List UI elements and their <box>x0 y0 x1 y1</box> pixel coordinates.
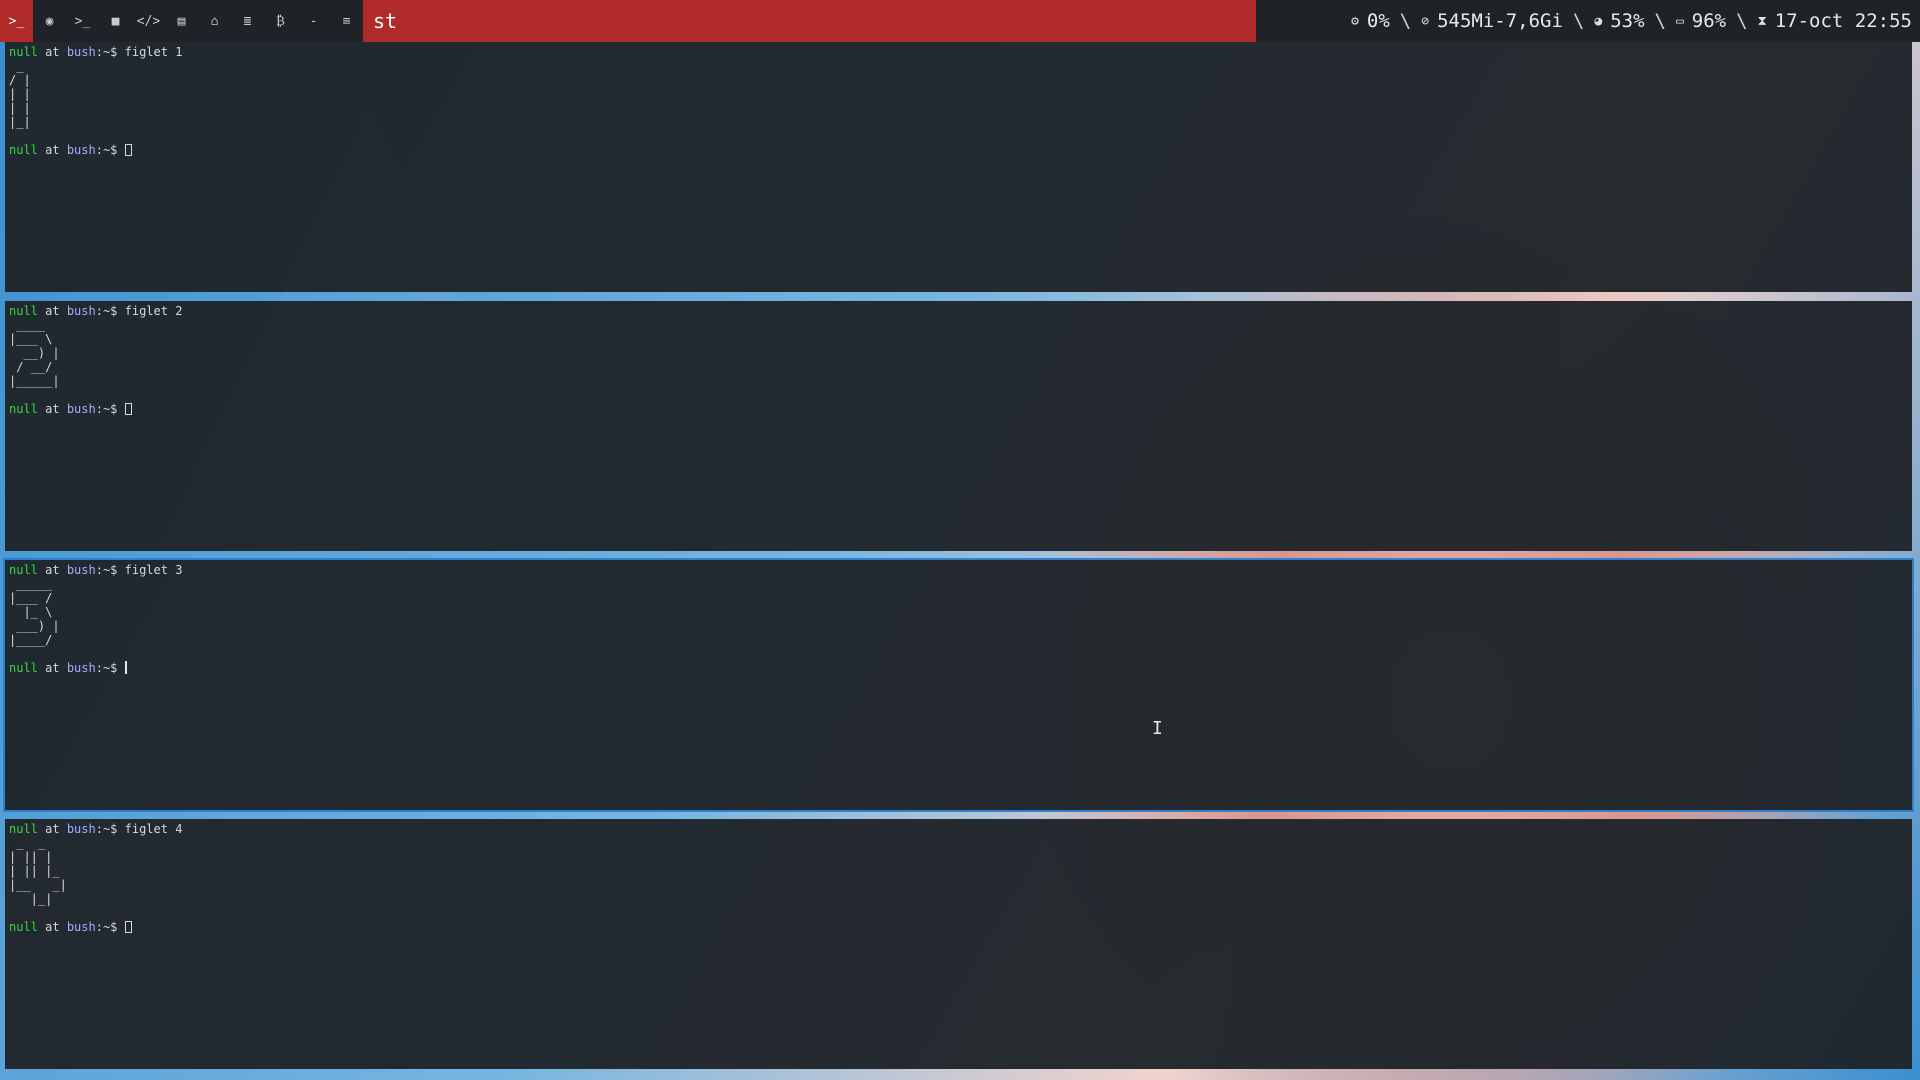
prompt-host: bush <box>66 143 96 157</box>
separator: \ <box>1654 10 1666 32</box>
prompt-line: null at bush:~$ <box>9 920 1912 934</box>
terminal-cursor <box>124 144 132 156</box>
prompt-host: bush <box>66 661 96 675</box>
text-cursor-icon: I <box>1152 718 1163 739</box>
prompt-at: at <box>37 402 67 416</box>
browser-tag[interactable]: ◉ <box>33 0 66 42</box>
prompt-path: :~$ <box>95 304 125 318</box>
prompt-host: bush <box>66 822 96 836</box>
film-tag[interactable]: ▤ <box>165 0 198 42</box>
separator: \ <box>1572 10 1585 32</box>
menu-icon[interactable]: ≡ <box>330 14 363 29</box>
command-text: figlet 4 <box>124 822 183 836</box>
separator: \ <box>1399 10 1412 32</box>
terminal-pane[interactable]: null at bush:~$ figlet 3 _____ |___ / |_… <box>3 558 1914 812</box>
prompt-at: at <box>37 304 67 318</box>
prompt-path: :~$ <box>95 920 125 934</box>
prompt-user: null <box>9 304 38 318</box>
command-text: figlet 2 <box>124 304 183 318</box>
prompt-path: :~$ <box>95 143 125 157</box>
terminal-pane[interactable]: null at bush:~$ figlet 2 ____ |___ \ __)… <box>5 301 1912 551</box>
cpu-usage: 0% <box>1366 10 1390 32</box>
prompt-user: null <box>9 661 38 675</box>
prompt-line: null at bush:~$ <box>9 402 1912 416</box>
command-line: null at bush:~$ figlet 1 <box>9 45 1912 59</box>
command-line: null at bush:~$ figlet 3 <box>9 563 1912 577</box>
prompt-user: null <box>9 402 38 416</box>
command-text: figlet 3 <box>124 563 183 577</box>
prompt-host: bush <box>66 45 96 59</box>
hourglass-icon: ⧗ <box>1757 13 1767 29</box>
figlet-output: ____ |___ \ __) | / __/ |_____| <box>9 318 60 388</box>
disk-usage: 53% <box>1610 10 1645 32</box>
prompt-host: bush <box>66 920 96 934</box>
disk-icon: ◕ <box>1594 13 1603 29</box>
terminal-cursor <box>124 661 127 674</box>
prompt-host: bush <box>66 563 96 577</box>
prompt-path: :~$ <box>95 402 125 416</box>
prompt-user: null <box>9 143 38 157</box>
prompt-line: null at bush:~$ <box>9 143 1912 157</box>
folder-tag[interactable]: ■ <box>99 0 132 42</box>
status-bar: >_ ◉ >_ ■ </> ▤ ⌂ ≣ ₿ - ≡ st ⚙ 0% \ ⊘ 545Mi-7,6G… <box>0 0 1920 42</box>
command-line: null at bush:~$ figlet 2 <box>9 304 1912 318</box>
database-tag[interactable]: ≣ <box>231 0 264 42</box>
prompt-at: at <box>37 661 67 675</box>
prompt-path: :~$ <box>95 822 125 836</box>
system-status: ⚙ 0% \ ⊘ 545Mi-7,6Gi \ ◕ 53% \ ▭ 96% \ ⧗… <box>1256 10 1920 32</box>
prompt-user: null <box>9 920 38 934</box>
clock: 17-oct 22:55 <box>1774 10 1912 32</box>
prompt-path: :~$ <box>95 563 125 577</box>
prompt-at: at <box>37 563 67 577</box>
memory-icon: ⊘ <box>1421 13 1430 29</box>
prompt-path: :~$ <box>95 45 125 59</box>
terminal-tag[interactable]: >_ <box>0 0 33 42</box>
separator: \ <box>1736 10 1748 32</box>
terminal-pane[interactable]: null at bush:~$ figlet 1 _ / | | | | | |… <box>5 42 1912 292</box>
shell-tag[interactable]: >_ <box>66 0 99 42</box>
battery-level: 96% <box>1691 10 1727 32</box>
bitcoin-tag[interactable]: ₿ <box>264 0 297 42</box>
command-line: null at bush:~$ figlet 4 <box>9 822 1912 836</box>
bank-tag[interactable]: ⌂ <box>198 0 231 42</box>
prompt-host: bush <box>66 402 96 416</box>
memory-usage: 545Mi-7,6Gi <box>1437 10 1563 32</box>
prompt-host: bush <box>66 304 96 318</box>
battery-icon: ▭ <box>1675 13 1684 29</box>
prompt-user: null <box>9 563 38 577</box>
terminal-cursor <box>124 921 132 933</box>
terminal-pane[interactable]: null at bush:~$ figlet 4 _ _ | || | | ||… <box>5 819 1912 1069</box>
prompt-at: at <box>37 45 67 59</box>
prompt-user: null <box>9 45 38 59</box>
prompt-path: :~$ <box>95 661 125 675</box>
prompt-at: at <box>37 920 67 934</box>
prompt-line: null at bush:~$ <box>9 661 1912 675</box>
layout-indicator[interactable]: - <box>297 14 330 29</box>
cpu-icon: ⚙ <box>1351 13 1359 29</box>
terminal-cursor <box>124 403 132 415</box>
prompt-user: null <box>9 822 38 836</box>
figlet-output: _____ |___ / |_ \ ___) | |____/ <box>9 577 60 647</box>
code-tag[interactable]: </> <box>132 0 165 42</box>
window-title: st <box>363 0 1256 42</box>
tag-list: >_ ◉ >_ ■ </> ▤ ⌂ ≣ ₿ <box>0 0 297 42</box>
prompt-at: at <box>37 822 67 836</box>
prompt-at: at <box>37 143 67 157</box>
command-text: figlet 1 <box>124 45 183 59</box>
figlet-output: _ / | | | | | |_| <box>9 59 31 129</box>
figlet-output: _ _ | || | | || |_ |__ _| |_| <box>9 836 67 906</box>
